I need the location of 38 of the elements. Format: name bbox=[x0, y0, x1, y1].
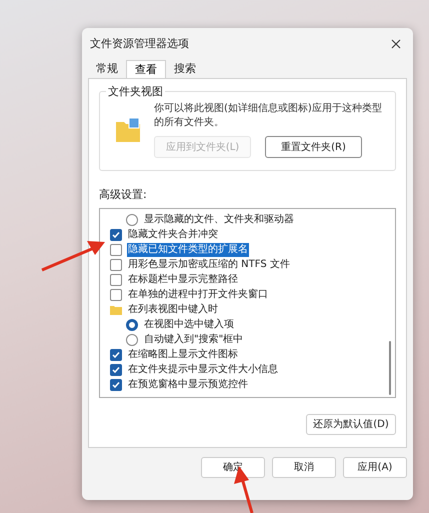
folder-view-button[interactable]: 重置文件夹(R) bbox=[265, 136, 362, 158]
setting-label[interactable]: 用彩色显示加密或压缩的 NTFS 文件 bbox=[127, 258, 291, 272]
folder-icon bbox=[110, 305, 122, 315]
setting-label[interactable]: 在标题栏中显示完整路径 bbox=[127, 273, 239, 287]
setting-label[interactable]: 在预览窗格中显示预览控件 bbox=[127, 378, 249, 392]
setting-label[interactable]: 显示隐藏的文件、文件夹和驱动器 bbox=[143, 213, 295, 227]
check-icon bbox=[112, 231, 120, 239]
checkbox[interactable] bbox=[110, 379, 122, 391]
checkbox[interactable] bbox=[110, 244, 122, 256]
dialog-button[interactable]: 应用(A) bbox=[343, 457, 407, 478]
folder-icon bbox=[116, 118, 140, 142]
description-text: 你可以将此视图(如详细信息或图标)应用于这种类型的所有文件夹。 bbox=[154, 102, 383, 130]
checkbox[interactable] bbox=[110, 289, 122, 301]
tab[interactable]: 查看 bbox=[126, 60, 166, 78]
checkbox[interactable] bbox=[110, 229, 122, 241]
close-icon[interactable] bbox=[391, 39, 401, 49]
scrollbar-thumb[interactable] bbox=[389, 340, 391, 394]
setting-label[interactable]: 在视图中选中键入项 bbox=[143, 318, 235, 332]
checkbox[interactable] bbox=[110, 274, 122, 286]
dialog-button[interactable]: 取消 bbox=[272, 457, 336, 478]
setting-label[interactable]: 在缩略图上显示文件图标 bbox=[127, 348, 239, 362]
setting-label[interactable]: 在文件夹提示中显示文件大小信息 bbox=[127, 363, 279, 377]
setting-label[interactable]: 隐藏已知文件类型的扩展名 bbox=[127, 243, 249, 257]
tab[interactable]: 常规 bbox=[88, 60, 126, 78]
checkbox[interactable] bbox=[110, 364, 122, 376]
radio-button[interactable] bbox=[126, 214, 138, 226]
radio-button[interactable] bbox=[126, 319, 138, 331]
radio-button[interactable] bbox=[126, 334, 138, 346]
setting-label[interactable]: 在列表视图中键入时 bbox=[127, 303, 219, 317]
window-title: 文件资源管理器选项 bbox=[90, 36, 189, 52]
restore-defaults-button[interactable]: 还原为默认值(D) bbox=[306, 414, 396, 434]
setting-label[interactable]: 在单独的进程中打开文件夹窗口 bbox=[127, 288, 269, 302]
section-label: 高级设置: bbox=[99, 187, 148, 203]
checkbox[interactable] bbox=[110, 259, 122, 271]
tab[interactable]: 搜索 bbox=[166, 60, 204, 78]
setting-label[interactable]: 自动键入到"搜索"框中 bbox=[143, 333, 244, 347]
setting-label[interactable]: 隐藏文件夹合并冲突 bbox=[127, 228, 219, 242]
checkbox[interactable] bbox=[110, 349, 122, 361]
